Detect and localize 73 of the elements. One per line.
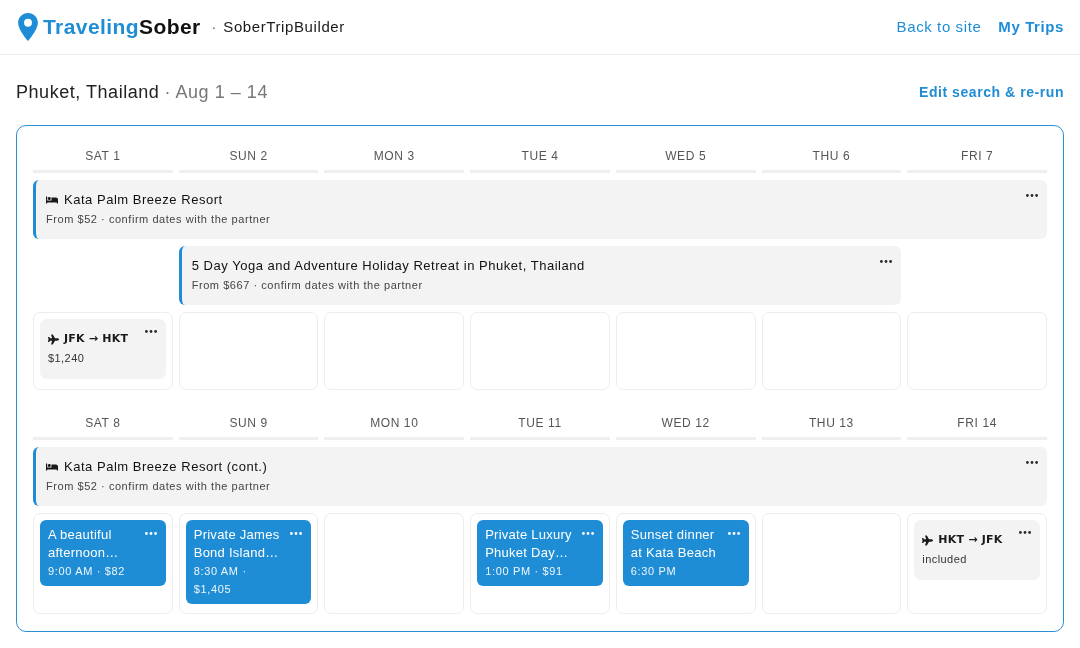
day-header: THU 13 <box>761 414 902 440</box>
activity-card[interactable]: A beautiful afternoon… 9:00 AM · $82 <box>40 520 166 586</box>
day-header: SUN 2 <box>178 147 319 173</box>
flight-card[interactable]: HKT → JFK included <box>914 520 1040 580</box>
day-cell[interactable]: A beautiful afternoon… 9:00 AM · $82 <box>33 513 173 614</box>
activity-card[interactable]: Private James Bond Island… 8:30 AM · $1,405 <box>185 520 312 604</box>
day-header: SUN 9 <box>178 414 319 440</box>
flight-route: HKT → JFK <box>938 532 1003 548</box>
day-header: SAT 1 <box>33 147 173 173</box>
activity-card[interactable]: Sunset dinner at Kata Beach 6:30 PM <box>622 520 749 586</box>
flight-card[interactable]: JFK → HKT $1,240 <box>40 319 166 379</box>
flight-detail: included <box>922 552 968 566</box>
day-header: MON 10 <box>324 414 465 440</box>
nav-link[interactable]: Back to site <box>896 15 982 39</box>
ellipsis-icon <box>144 532 157 535</box>
map-pin-icon <box>18 13 38 41</box>
activity-title: Private James Bond Island… <box>193 526 281 562</box>
day-header: THU 6 <box>761 147 902 173</box>
trip-title: Phuket, Thailand · Aug 1 – 14 <box>16 82 268 102</box>
day-header: TUE 11 <box>470 414 610 440</box>
activity-title: A beautiful afternoon… <box>48 526 120 562</box>
booking-title: 5 Day Yoga and Adventure Holiday Retreat in Phuket, Thailand <box>191 258 585 274</box>
day-cell[interactable]: Sunset dinner at Kata Beach 6:30 PM <box>615 513 756 614</box>
booking-title: Kata Palm Breeze Resort <box>64 192 223 208</box>
nav-link[interactable]: My Trips <box>998 15 1064 39</box>
ellipsis-icon <box>1026 194 1038 197</box>
app-name: SoberTripBuilder <box>223 16 345 37</box>
day-header: SAT 8 <box>33 414 173 440</box>
bed-icon <box>46 462 58 472</box>
booking-title: Kata Palm Breeze Resort (cont.) <box>64 459 268 475</box>
day-header: WED 12 <box>615 414 756 440</box>
day-cell[interactable]: JFK → HKT $1,240 <box>33 312 173 390</box>
booking-subtitle: From $667 · confirm dates with the partner <box>191 278 424 292</box>
booking-bar[interactable]: Kata Palm Breeze Resort (cont.) From $52 · confirm dates with the partner <box>33 447 1047 506</box>
more-button[interactable] <box>878 258 895 265</box>
day-header: FRI 7 <box>907 147 1047 173</box>
day-cell[interactable]: Private Luxury Phuket Day… 1:00 PM · $91 <box>470 513 610 614</box>
bed-icon <box>46 195 58 205</box>
booking-bar[interactable]: Kata Palm Breeze Resort From $52 · confirm dates with the partner <box>33 180 1047 239</box>
activity-title: Private Luxury Phuket Day… <box>485 526 573 562</box>
day-cell[interactable]: Private James Bond Island… 8:30 AM · $1,405 <box>178 513 319 614</box>
flight-route: JFK → HKT <box>64 331 129 347</box>
separator-dot: · <box>211 17 217 37</box>
day-header: WED 5 <box>615 147 756 173</box>
ellipsis-icon <box>1019 531 1031 534</box>
more-button[interactable] <box>1024 192 1040 199</box>
more-button[interactable] <box>1017 529 1033 536</box>
booking-subtitle: From $52 · confirm dates with the partner <box>46 212 272 226</box>
day-cell[interactable]: HKT → JFK included <box>907 513 1047 614</box>
brand-name: TravelingSober <box>43 14 201 40</box>
airplane-icon <box>922 534 934 546</box>
booking-bar[interactable]: 5 Day Yoga and Adventure Holiday Retreat in Phuket, Thailand From $667 · confirm dates with the partner <box>178 246 902 305</box>
ellipsis-icon <box>581 532 594 535</box>
more-button[interactable] <box>142 328 159 335</box>
ellipsis-icon <box>1026 461 1038 464</box>
day-header: MON 3 <box>324 147 465 173</box>
flight-detail: $1,240 <box>48 351 86 365</box>
activity-detail: 9:00 AM · $82 <box>48 564 127 579</box>
ellipsis-icon <box>144 330 157 333</box>
activity-title: Sunset dinner at Kata Beach <box>630 526 717 562</box>
activity-detail: 8:30 AM · $1,405 <box>193 564 248 597</box>
activity-detail: 6:30 PM <box>630 564 678 579</box>
airplane-icon <box>48 333 59 345</box>
ellipsis-icon <box>290 532 303 535</box>
day-header: FRI 14 <box>907 414 1047 440</box>
more-button[interactable] <box>1024 459 1040 466</box>
day-header: TUE 4 <box>470 147 610 173</box>
ellipsis-icon <box>880 260 893 263</box>
ellipsis-icon <box>727 532 740 535</box>
booking-subtitle: From $52 · confirm dates with the partner <box>46 479 272 493</box>
activity-detail: 1:00 PM · $91 <box>485 564 564 579</box>
edit-search-link[interactable]: Edit search & re-run <box>919 82 1064 102</box>
activity-card[interactable]: Private Luxury Phuket Day… 1:00 PM · $91 <box>477 520 603 586</box>
